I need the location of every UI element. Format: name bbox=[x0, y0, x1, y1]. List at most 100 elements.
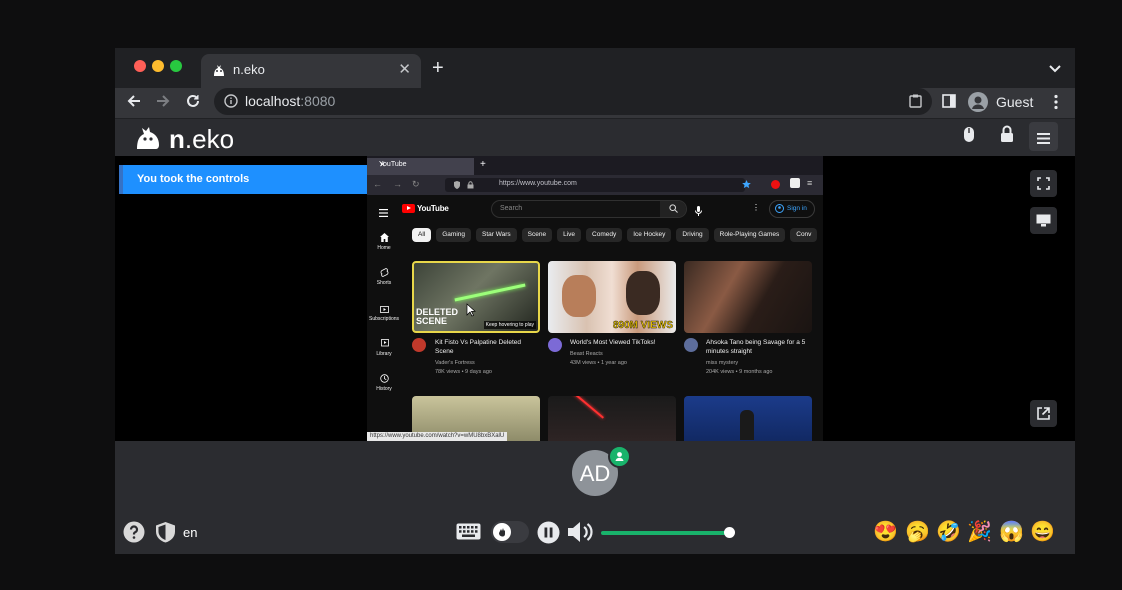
video-title[interactable]: Kit Fisto Vs Palpatine Deleted Scene bbox=[435, 338, 540, 356]
remote-tab-close-icon[interactable]: ✕ bbox=[379, 160, 470, 169]
help-icon[interactable] bbox=[123, 521, 145, 548]
microphone-icon[interactable] bbox=[695, 203, 702, 221]
back-arrow-icon[interactable] bbox=[126, 93, 142, 114]
reload-icon[interactable] bbox=[185, 93, 201, 114]
tab-close-icon[interactable]: ✕ bbox=[398, 60, 411, 78]
remote-extension-icon[interactable] bbox=[771, 180, 780, 189]
remote-extension2-icon[interactable] bbox=[790, 178, 800, 188]
side-panel-icon[interactable] bbox=[942, 94, 956, 113]
remote-reload-icon[interactable]: ↻ bbox=[412, 179, 420, 190]
video-thumbnail[interactable] bbox=[548, 396, 676, 441]
pause-icon[interactable] bbox=[537, 521, 560, 549]
zoom-window-button[interactable] bbox=[170, 60, 182, 72]
remote-desktop-screen[interactable]: YouTube ✕ + ← → ↻ https://www.youtube.co… bbox=[367, 156, 823, 441]
forward-arrow-icon[interactable] bbox=[155, 93, 171, 114]
video-channel[interactable]: miss mystery bbox=[706, 359, 738, 367]
remote-menu-icon[interactable]: ≡ bbox=[807, 178, 812, 188]
chip-ice-hockey[interactable]: Ice Hockey bbox=[627, 228, 672, 242]
channel-avatar[interactable] bbox=[412, 338, 426, 352]
sidebar-item-subscriptions[interactable]: Subscriptions bbox=[367, 304, 401, 322]
profile-button[interactable]: Guest bbox=[966, 89, 1041, 114]
close-window-button[interactable] bbox=[134, 60, 146, 72]
volume-icon[interactable] bbox=[567, 521, 596, 548]
sidebar-item-history[interactable]: History bbox=[367, 374, 401, 392]
emoji-grinning[interactable]: 😄 bbox=[1030, 520, 1055, 544]
youtube-more-icon[interactable]: ⋮ bbox=[752, 203, 760, 212]
remote-tab-youtube[interactable]: YouTube ✕ bbox=[367, 158, 474, 175]
sidebar-item-shorts[interactable]: Shorts bbox=[367, 268, 401, 286]
browser-menu-icon[interactable] bbox=[1053, 94, 1059, 115]
chip-gaming[interactable]: Gaming bbox=[436, 228, 471, 242]
thumbnail-overlay-text: 890M VIEWS bbox=[612, 320, 673, 331]
chip-comedy[interactable]: Comedy bbox=[586, 228, 623, 242]
chip-conversation[interactable]: Conv bbox=[790, 228, 818, 242]
video-title[interactable]: World's Most Viewed TikToks! bbox=[570, 338, 680, 347]
clipboard-icon[interactable] bbox=[909, 94, 922, 113]
site-info-icon[interactable] bbox=[224, 94, 238, 113]
language-selector[interactable]: en bbox=[183, 525, 197, 540]
sidebar-item-library[interactable]: Library bbox=[367, 339, 401, 357]
fullscreen-icon bbox=[1037, 177, 1050, 190]
youtube-logo[interactable]: YouTube bbox=[402, 204, 449, 213]
remote-tab-strip: YouTube ✕ + bbox=[367, 156, 823, 175]
emoji-rofl[interactable]: 🤣 bbox=[936, 520, 961, 544]
lock-icon[interactable] bbox=[1000, 124, 1014, 149]
remote-bookmark-star-icon[interactable] bbox=[742, 180, 751, 189]
chip-star-wars[interactable]: Star Wars bbox=[476, 228, 517, 242]
remote-back-icon[interactable]: ← bbox=[373, 179, 382, 189]
video-channel[interactable]: Beast Reacts bbox=[570, 350, 603, 358]
sidebar-label-library: Library bbox=[376, 351, 392, 357]
mouse-icon[interactable] bbox=[963, 124, 975, 149]
tab-search-chevron-icon[interactable] bbox=[1049, 60, 1061, 78]
control-notification: You took the controls bbox=[119, 165, 389, 194]
chip-scene[interactable]: Scene bbox=[521, 228, 553, 242]
control-toggle[interactable] bbox=[491, 521, 529, 543]
video-thumbnail[interactable]: DELETED SCENE Keep hovering to play bbox=[412, 261, 540, 333]
youtube-chip-bar: All Gaming Star Wars Scene Live Comedy I… bbox=[412, 228, 818, 242]
sign-in-label: Sign in bbox=[787, 205, 807, 212]
monitor-icon bbox=[1036, 214, 1051, 227]
url-host: localhost bbox=[245, 93, 301, 109]
chip-role-playing-games[interactable]: Role-Playing Games bbox=[713, 228, 786, 242]
youtube-search-button[interactable] bbox=[660, 201, 686, 217]
chip-driving[interactable]: Driving bbox=[676, 228, 709, 242]
screen-resolution-button[interactable] bbox=[1030, 207, 1057, 234]
emoji-heart-eyes[interactable]: 😍 bbox=[873, 520, 898, 544]
volume-slider[interactable] bbox=[601, 531, 729, 535]
channel-avatar[interactable] bbox=[684, 338, 698, 352]
chip-all[interactable]: All bbox=[412, 228, 432, 242]
fullscreen-button[interactable] bbox=[1030, 170, 1057, 197]
emoji-party-popper[interactable]: 🎉 bbox=[967, 520, 992, 544]
neko-menu-button[interactable] bbox=[1029, 122, 1058, 151]
new-tab-button[interactable]: + bbox=[432, 57, 444, 80]
video-meta: 43M views • 1 year ago bbox=[570, 360, 627, 366]
video-thumbnail[interactable] bbox=[684, 261, 812, 333]
keyboard-icon[interactable] bbox=[456, 523, 481, 545]
volume-slider-knob[interactable] bbox=[724, 527, 735, 538]
remote-video-area[interactable]: You took the controls YouTube ✕ + ← → ↻ … bbox=[115, 156, 1075, 441]
minimize-window-button[interactable] bbox=[152, 60, 164, 72]
neko-logo-text: n.eko bbox=[169, 124, 234, 155]
video-channel[interactable]: Vader's Fortress bbox=[435, 359, 475, 367]
video-thumbnail[interactable] bbox=[684, 396, 812, 441]
youtube-sign-in-button[interactable]: Sign in bbox=[769, 200, 815, 218]
remote-new-tab-button[interactable]: + bbox=[480, 159, 486, 170]
emoji-screaming[interactable]: 😱 bbox=[999, 520, 1024, 544]
remote-address-bar[interactable]: https://www.youtube.com bbox=[445, 178, 751, 192]
video-title[interactable]: Ahsoka Tano being Savage for a 5 minutes… bbox=[706, 338, 806, 356]
tab-neko[interactable]: n.eko ✕ bbox=[201, 54, 421, 88]
video-thumbnail[interactable]: 890M VIEWS bbox=[548, 261, 676, 333]
emoji-yawning[interactable]: 🥱 bbox=[905, 520, 930, 544]
channel-avatar[interactable] bbox=[548, 338, 562, 352]
shield-icon[interactable] bbox=[155, 521, 176, 548]
chip-live[interactable]: Live bbox=[557, 228, 582, 242]
youtube-guide-icon[interactable] bbox=[379, 204, 388, 222]
remote-forward-icon[interactable]: → bbox=[393, 179, 402, 189]
open-external-button[interactable] bbox=[1030, 400, 1057, 427]
address-bar[interactable]: localhost:8080 bbox=[214, 88, 932, 115]
sidebar-item-home[interactable]: Home bbox=[367, 233, 401, 251]
notification-text: You took the controls bbox=[137, 173, 250, 185]
remote-shield-icon bbox=[454, 181, 460, 189]
address-url: localhost:8080 bbox=[245, 93, 335, 109]
youtube-search-input[interactable]: Search bbox=[491, 200, 687, 218]
